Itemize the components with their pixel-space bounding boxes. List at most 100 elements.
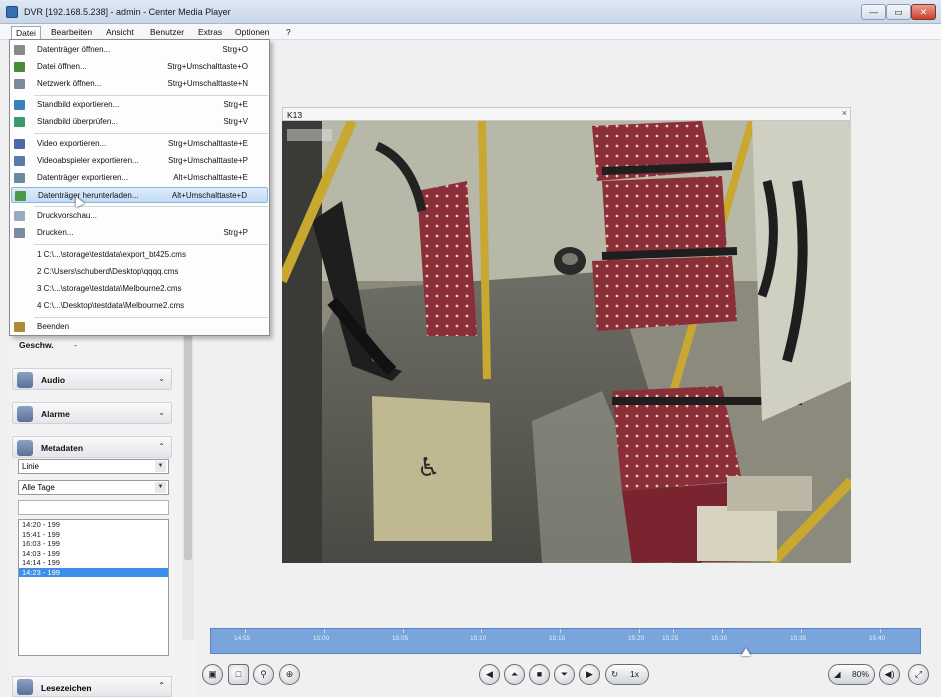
menu-bearbeiten[interactable]: Bearbeiten [47, 26, 96, 39]
timeline-tick: 15:40 [869, 635, 886, 642]
menu-bar: Datei Bearbeiten Ansicht Benutzer Extras… [0, 24, 941, 40]
chevron-down-icon: ⌄ [158, 408, 165, 417]
search-icon: ⚲ [260, 669, 267, 679]
play-reverse-button[interactable]: ◀ [479, 664, 500, 685]
timeline[interactable]: 14:55 15:00 15:05 15:10 15:15 15:20 15:2… [210, 628, 921, 654]
video-close-icon[interactable]: × [842, 108, 847, 118]
menu-item-print[interactable]: Drucken... Strg+P [11, 225, 268, 241]
menu-separator [34, 244, 268, 245]
menu-item-label: Beenden [37, 322, 70, 331]
menu-item-verify-still[interactable]: Standbild überprüfen... Strg+V [11, 114, 268, 130]
video-frame[interactable]: ♿ [282, 121, 851, 563]
menu-optionen[interactable]: Optionen [231, 26, 274, 39]
volume-level-control[interactable]: ◢ 80% [828, 664, 875, 685]
menu-datei[interactable]: Datei [11, 26, 41, 39]
menu-item-label: Datenträger öffnen... [37, 45, 111, 54]
event-list-item[interactable]: 14:14 - 199 [19, 558, 168, 568]
menu-item-label: Netzwerk öffnen... [37, 79, 102, 88]
metadata-filter-select-1[interactable]: Linie ▼ [18, 459, 169, 474]
menu-separator [34, 317, 268, 318]
alarms-section-header[interactable]: Alarme ⌄ [12, 402, 172, 424]
search-button[interactable]: ⚲ [253, 664, 274, 685]
dropdown-arrow-icon: ▼ [155, 482, 166, 493]
event-list-item[interactable]: 15:41 - 199 [19, 530, 168, 540]
menu-item-shortcut: Strg+O [222, 45, 248, 54]
menu-item-print-preview[interactable]: Druckvorschau... [11, 208, 268, 224]
menu-item-download-disk[interactable]: Datenträger herunterladen... Alt+Umschal… [11, 187, 268, 203]
title-bar: DVR [192.168.5.238] - admin - Center Med… [0, 0, 941, 24]
menu-extras[interactable]: Extras [194, 26, 226, 39]
dropdown-arrow-icon: ▼ [155, 461, 166, 472]
menu-item-exit[interactable]: Beenden [11, 319, 268, 335]
video-header: K13 × [282, 107, 851, 121]
playback-speed-control[interactable]: ↻ 1x [605, 664, 649, 685]
menu-item-shortcut: Alt+Umschalttaste+D [171, 191, 247, 200]
step-back-button[interactable]: ⏶ [504, 664, 525, 685]
menu-item-export-video[interactable]: Video exportieren... Strg+Umschalttaste+… [11, 136, 268, 152]
menu-benutzer[interactable]: Benutzer [146, 26, 188, 39]
layout-button[interactable]: □ [228, 664, 249, 685]
timeline-tick: 15:00 [313, 635, 330, 642]
bookmarks-section-label: Lesezeichen [41, 683, 92, 693]
snapshot-icon: ▣ [208, 669, 217, 679]
metadata-filter-select-2[interactable]: Alle Tage ▼ [18, 480, 169, 495]
mute-button[interactable]: ◀) [879, 664, 900, 685]
play-icon: ▶ [586, 669, 593, 679]
chevron-up-icon: ⌃ [158, 442, 165, 451]
menu-item-export-still[interactable]: Standbild exportieren... Strg+E [11, 97, 268, 113]
snapshot-button[interactable]: ▣ [202, 664, 223, 685]
event-list-item[interactable]: 14:03 - 199 [19, 549, 168, 559]
audio-section-label: Audio [41, 375, 66, 385]
menu-item-open-disk[interactable]: Datenträger öffnen... Strg+O [11, 42, 268, 58]
volume-value: 80% [851, 669, 869, 679]
maximize-button[interactable]: ▭ [886, 4, 911, 20]
metadata-search-input[interactable] [18, 500, 169, 515]
menu-item-recent-2[interactable]: 2 C:\Users\schuberd\Desktop\qqqq.cms [11, 264, 268, 280]
metadata-section-label: Metadaten [41, 443, 84, 453]
video-export-icon [14, 139, 25, 149]
audio-section-header[interactable]: Audio ⌄ [12, 368, 172, 390]
menu-item-label: Standbild überprüfen... [37, 117, 118, 126]
menu-item-open-network[interactable]: Netzwerk öffnen... Strg+Umschalttaste+N [11, 76, 268, 92]
timeline-playhead[interactable] [741, 648, 751, 656]
menu-item-recent-4[interactable]: 4 C:\...\Desktop\testdata\Melbourne2.cms [11, 298, 268, 314]
menu-ansicht[interactable]: Ansicht [102, 26, 138, 39]
zoom-button[interactable]: ⊕ [279, 664, 300, 685]
event-list-item-selected[interactable]: 14:23 - 199 [19, 567, 168, 577]
menu-item-label: Datenträger exportieren... [37, 173, 129, 182]
play-button[interactable]: ▶ [579, 664, 600, 685]
bookmark-icon [17, 679, 33, 695]
event-list-item[interactable]: 14:20 - 199 [19, 520, 168, 530]
timeline-tick: 15:25 [662, 635, 679, 642]
menu-item-open-file[interactable]: Datei öffnen... Strg+Umschalttaste+O [11, 59, 268, 75]
menu-item-recent-1[interactable]: 1 C:\...\storage\testdata\export_bt425.c… [11, 247, 268, 263]
menu-item-export-disk[interactable]: Datenträger exportieren... Alt+Umschaltt… [11, 170, 268, 186]
menu-separator [34, 206, 268, 207]
fullscreen-button[interactable]: ⤢ [908, 664, 929, 685]
chevron-down-icon: ⌄ [158, 374, 165, 383]
minimize-button[interactable]: — [861, 4, 886, 20]
menu-help[interactable]: ? [282, 26, 295, 39]
event-list[interactable]: 14:20 - 199 15:41 - 199 16:03 - 199 14:0… [18, 519, 169, 656]
disk-icon [14, 45, 25, 55]
stop-button[interactable]: ■ [529, 664, 550, 685]
menu-item-label: 3 C:\...\storage\testdata\Melbourne2.cms [37, 284, 182, 293]
image-verify-icon [14, 117, 25, 127]
metadata-icon [17, 440, 33, 456]
menu-item-recent-3[interactable]: 3 C:\...\storage\testdata\Melbourne2.cms [11, 281, 268, 297]
close-button[interactable]: ✕ [911, 4, 936, 20]
menu-item-label: Datei öffnen... [37, 62, 87, 71]
camera-label: K13 [287, 110, 303, 120]
step-forward-button[interactable]: ⏷ [554, 664, 575, 685]
timeline-tick: 15:20 [628, 635, 645, 642]
timeline-tick: 14:55 [234, 635, 251, 642]
bookmarks-section-header[interactable]: Lesezeichen ⌃ [12, 676, 172, 697]
menu-item-shortcut: Strg+V [223, 117, 248, 126]
audio-icon [17, 372, 33, 388]
step-forward-icon: ⏷ [560, 669, 569, 679]
event-list-item[interactable]: 16:03 - 199 [19, 539, 168, 549]
metadata-section-header[interactable]: Metadaten ⌃ [12, 436, 172, 458]
player-export-icon [14, 156, 25, 166]
print-icon [14, 228, 25, 238]
menu-item-export-player[interactable]: Videoabspieler exportieren... Strg+Umsch… [11, 153, 268, 169]
